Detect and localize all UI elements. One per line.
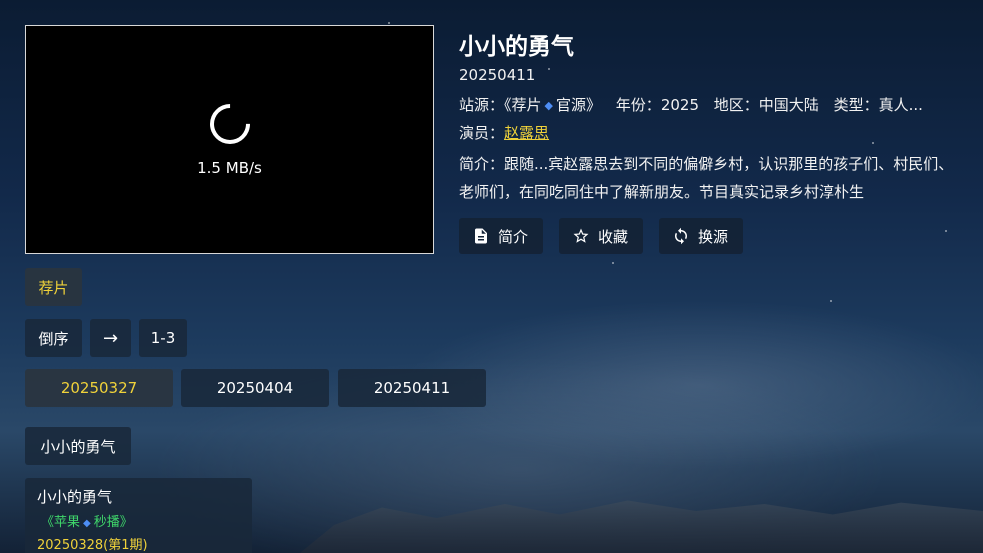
arrow-icon[interactable]: → bbox=[90, 319, 131, 357]
series-tab[interactable]: 小小的勇气 bbox=[25, 427, 131, 465]
type-label: 类型： bbox=[833, 96, 879, 114]
download-speed: 1.5 MB/s bbox=[197, 159, 262, 177]
intro-button[interactable]: 简介 bbox=[459, 218, 543, 254]
result-episode: 20250328(第1期) bbox=[37, 538, 148, 553]
star bbox=[612, 262, 614, 264]
episode-item[interactable]: 20250411 bbox=[338, 369, 486, 407]
actor-label: 演员： bbox=[459, 124, 505, 142]
result-title: 小小的勇气 bbox=[37, 488, 113, 506]
star bbox=[872, 142, 874, 144]
actor-link[interactable]: 赵露思 bbox=[504, 124, 549, 142]
type-value: 真人... bbox=[878, 96, 923, 114]
release-date: 20250411 bbox=[459, 66, 536, 84]
source-tab[interactable]: 荐片 bbox=[25, 268, 82, 306]
star bbox=[945, 230, 947, 232]
refresh-icon bbox=[675, 227, 687, 245]
favorite-button[interactable]: 收藏 bbox=[559, 218, 643, 254]
diamond-icon: ◆ bbox=[544, 99, 553, 112]
diamond-icon: ◆ bbox=[83, 518, 91, 529]
year-label: 年份： bbox=[615, 96, 661, 114]
episode-item[interactable]: 20250327 bbox=[25, 369, 173, 407]
site-name-start: 《荐片 bbox=[504, 96, 542, 114]
result-source: 《苹果 ◆ 秒播》 bbox=[37, 511, 240, 530]
video-player[interactable]: 1.5 MB/s bbox=[25, 25, 434, 254]
site-name-end: 官源》 bbox=[556, 96, 602, 114]
star bbox=[830, 300, 832, 302]
region-value: 中国大陆 bbox=[758, 96, 819, 114]
loading-spinner-icon bbox=[201, 95, 259, 153]
episode-range-button[interactable]: 1-3 bbox=[139, 319, 187, 357]
result-source-start: 《苹果 bbox=[41, 515, 81, 530]
actor-line: 演员：赵露思 bbox=[459, 122, 549, 143]
description: 简介：跟随...宾赵露思去到不同的偏僻乡村，认识那里的孩子们、村民们、老师们，在… bbox=[459, 155, 954, 201]
document-icon bbox=[475, 228, 487, 244]
region-label: 地区： bbox=[713, 96, 759, 114]
star-outline-icon bbox=[573, 228, 589, 243]
switch-source-label: 换源 bbox=[698, 227, 729, 246]
star bbox=[548, 68, 550, 70]
site-label: 站源： bbox=[459, 96, 505, 114]
search-result-card[interactable]: 小小的勇气 《苹果 ◆ 秒播》 20250328(第1期) bbox=[25, 478, 252, 553]
year-value: 2025 bbox=[660, 96, 699, 114]
background-landscape bbox=[300, 500, 983, 553]
switch-source-button[interactable]: 换源 bbox=[659, 218, 743, 254]
meta-info: 站源：《荐片 ◆ 官源》 年份：2025 地区：中国大陆 类型：真人... bbox=[459, 94, 964, 115]
episode-item[interactable]: 20250404 bbox=[181, 369, 329, 407]
favorite-label: 收藏 bbox=[598, 227, 629, 246]
page-title: 小小的勇气 bbox=[459, 34, 574, 60]
star bbox=[388, 22, 390, 24]
result-source-end: 秒播》 bbox=[93, 515, 133, 530]
sort-button[interactable]: 倒序 bbox=[25, 319, 82, 357]
intro-label: 简介 bbox=[498, 227, 529, 246]
